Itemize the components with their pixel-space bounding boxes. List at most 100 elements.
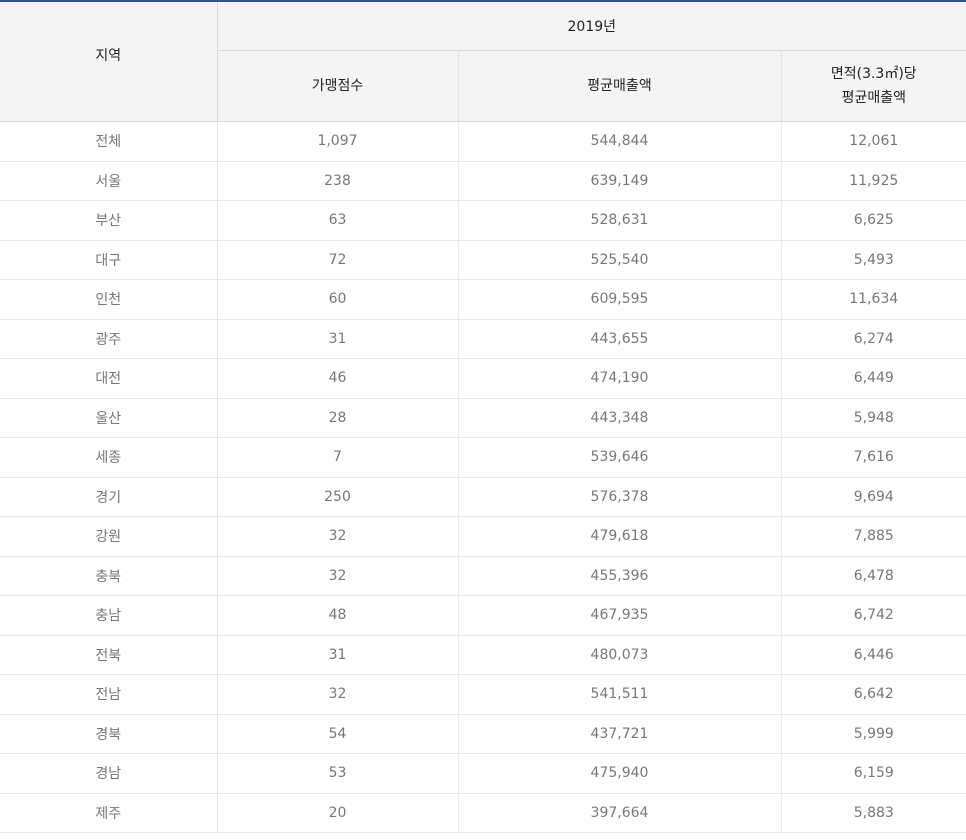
cell-region: 세종 <box>0 437 218 478</box>
cell-average-sales: 443,655 <box>457 319 781 359</box>
cell-area-average-sales: 6,478 <box>780 556 966 596</box>
cell-franchise-count: 60 <box>216 279 458 320</box>
cell-average-sales: 443,348 <box>457 398 781 438</box>
cell-franchise-count: 7 <box>216 437 458 478</box>
table-row: 경남 53 475,940 6,159 <box>0 753 966 794</box>
table-header: 지역 2019년 가맹점수 평균매출액 면적(3.3㎡)당 평균매출액 <box>0 2 966 122</box>
cell-region: 경기 <box>0 477 218 517</box>
cell-franchise-count: 63 <box>216 200 458 241</box>
cell-average-sales: 576,378 <box>457 477 781 517</box>
cell-average-sales: 639,149 <box>457 161 781 201</box>
cell-area-average-sales: 6,274 <box>780 319 966 359</box>
cell-average-sales: 609,595 <box>457 279 781 320</box>
cell-franchise-count: 32 <box>216 516 458 557</box>
cell-area-average-sales: 11,634 <box>780 279 966 320</box>
cell-franchise-count: 28 <box>216 398 458 438</box>
cell-region: 경남 <box>0 753 218 794</box>
cell-area-average-sales: 6,159 <box>780 753 966 794</box>
cell-franchise-count: 1,097 <box>216 121 458 162</box>
cell-area-average-sales: 6,625 <box>780 200 966 241</box>
cell-area-average-sales: 7,616 <box>780 437 966 478</box>
regional-stats-table: 지역 2019년 가맹점수 평균매출액 면적(3.3㎡)당 평균매출액 전체 1,… <box>0 2 966 833</box>
table-row: 울산 28 443,348 5,948 <box>0 398 966 438</box>
header-area-average-sales: 면적(3.3㎡)당 평균매출액 <box>780 50 966 122</box>
table-row: 경기 250 576,378 9,694 <box>0 477 966 517</box>
table-row: 인천 60 609,595 11,634 <box>0 279 966 320</box>
cell-area-average-sales: 6,642 <box>780 674 966 715</box>
cell-area-average-sales: 9,694 <box>780 477 966 517</box>
cell-region: 강원 <box>0 516 218 557</box>
cell-franchise-count: 20 <box>216 793 458 833</box>
cell-franchise-count: 46 <box>216 358 458 399</box>
cell-average-sales: 539,646 <box>457 437 781 478</box>
table-row: 강원 32 479,618 7,885 <box>0 516 966 557</box>
table-row: 부산 63 528,631 6,625 <box>0 200 966 241</box>
cell-area-average-sales: 12,061 <box>780 121 966 162</box>
cell-franchise-count: 48 <box>216 595 458 636</box>
cell-region: 전남 <box>0 674 218 715</box>
header-average-sales: 평균매출액 <box>457 50 781 122</box>
cell-area-average-sales: 11,925 <box>780 161 966 201</box>
cell-franchise-count: 250 <box>216 477 458 517</box>
table-row: 전체 1,097 544,844 12,061 <box>0 121 966 162</box>
cell-area-average-sales: 5,999 <box>780 714 966 754</box>
cell-franchise-count: 31 <box>216 319 458 359</box>
header-franchise-count: 가맹점수 <box>217 50 458 122</box>
cell-area-average-sales: 5,948 <box>780 398 966 438</box>
cell-region: 인천 <box>0 279 218 320</box>
cell-area-average-sales: 6,449 <box>780 358 966 399</box>
cell-region: 울산 <box>0 398 218 438</box>
cell-area-average-sales: 6,446 <box>780 635 966 675</box>
table-row: 경북 54 437,721 5,999 <box>0 714 966 754</box>
regional-stats-table-container: 지역 2019년 가맹점수 평균매출액 면적(3.3㎡)당 평균매출액 전체 1,… <box>0 0 966 833</box>
cell-average-sales: 455,396 <box>457 556 781 596</box>
cell-franchise-count: 31 <box>216 635 458 675</box>
cell-area-average-sales: 5,883 <box>780 793 966 833</box>
table-row: 대구 72 525,540 5,493 <box>0 240 966 280</box>
cell-region: 서울 <box>0 161 218 201</box>
table-row: 충북 32 455,396 6,478 <box>0 556 966 596</box>
cell-franchise-count: 32 <box>216 556 458 596</box>
cell-area-average-sales: 7,885 <box>780 516 966 557</box>
header-area-sales-line1: 면적(3.3㎡)당 <box>830 66 917 82</box>
cell-region: 대전 <box>0 358 218 399</box>
table-row: 세종 7 539,646 7,616 <box>0 437 966 478</box>
header-area-sales-line2: 평균매출액 <box>841 90 906 106</box>
cell-area-average-sales: 6,742 <box>780 595 966 636</box>
header-region: 지역 <box>0 2 218 122</box>
table-row: 전북 31 480,073 6,446 <box>0 635 966 675</box>
cell-average-sales: 528,631 <box>457 200 781 241</box>
cell-area-average-sales: 5,493 <box>780 240 966 280</box>
cell-average-sales: 397,664 <box>457 793 781 833</box>
table-row: 제주 20 397,664 5,883 <box>0 793 966 833</box>
cell-franchise-count: 72 <box>216 240 458 280</box>
header-row-year: 지역 2019년 <box>0 2 966 122</box>
cell-franchise-count: 53 <box>216 753 458 794</box>
cell-average-sales: 467,935 <box>457 595 781 636</box>
table-row: 광주 31 443,655 6,274 <box>0 319 966 359</box>
cell-region: 전체 <box>0 121 218 162</box>
table-row: 전남 32 541,511 6,642 <box>0 674 966 715</box>
table-row: 서울 238 639,149 11,925 <box>0 161 966 201</box>
cell-region: 전북 <box>0 635 218 675</box>
cell-region: 제주 <box>0 793 218 833</box>
cell-average-sales: 525,540 <box>457 240 781 280</box>
header-year: 2019년 <box>217 2 966 51</box>
cell-region: 대구 <box>0 240 218 280</box>
table-row: 충남 48 467,935 6,742 <box>0 595 966 636</box>
cell-region: 부산 <box>0 200 218 241</box>
cell-franchise-count: 238 <box>216 161 458 201</box>
table-body: 전체 1,097 544,844 12,061 서울 238 639,149 11,925 부산… <box>0 121 966 833</box>
cell-average-sales: 437,721 <box>457 714 781 754</box>
cell-average-sales: 541,511 <box>457 674 781 715</box>
cell-average-sales: 474,190 <box>457 358 781 399</box>
cell-franchise-count: 54 <box>216 714 458 754</box>
cell-average-sales: 544,844 <box>457 121 781 162</box>
table-row: 대전 46 474,190 6,449 <box>0 358 966 399</box>
cell-average-sales: 480,073 <box>457 635 781 675</box>
cell-region: 경북 <box>0 714 218 754</box>
cell-average-sales: 475,940 <box>457 753 781 794</box>
cell-average-sales: 479,618 <box>457 516 781 557</box>
cell-region: 충남 <box>0 595 218 636</box>
cell-region: 충북 <box>0 556 218 596</box>
